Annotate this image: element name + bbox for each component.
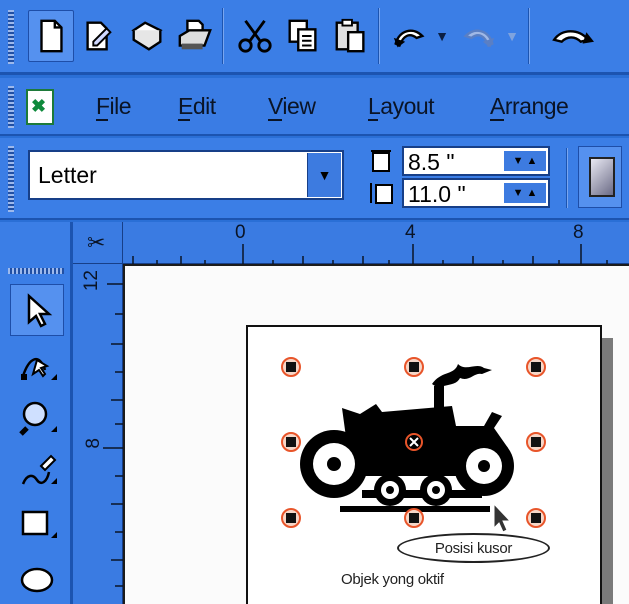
vertical-ruler[interactable]: 12 8: [73, 264, 123, 604]
zoom-tool[interactable]: [10, 392, 64, 444]
print-button[interactable]: [172, 10, 218, 62]
active-object-label: Objek yong oktif: [341, 571, 444, 588]
pointer-icon: [27, 293, 53, 328]
pick-tool[interactable]: [10, 284, 64, 336]
rectangle-tool[interactable]: [10, 498, 64, 550]
width-icon: [371, 150, 391, 172]
ruler-origin[interactable]: ✂: [73, 222, 123, 264]
toolbox-grip[interactable]: [8, 268, 64, 274]
cut-button[interactable]: [232, 10, 278, 62]
print-icon: [178, 19, 212, 50]
handle-bottom-center: [404, 508, 424, 528]
menu-layout[interactable]: Layout: [368, 93, 435, 120]
paper-width-value: 8.5 ": [408, 149, 455, 175]
vertical-ruler-ticks: [103, 283, 123, 587]
zoom-icon: [19, 401, 57, 436]
horizontal-ruler[interactable]: 0 4 8: [123, 222, 629, 264]
h-ruler-label-8: 8: [573, 222, 584, 243]
open-icon: [86, 21, 112, 51]
toolbar-grip[interactable]: [8, 10, 14, 64]
h-ruler-label-0: 0: [235, 222, 246, 243]
freehand-tool[interactable]: [10, 444, 64, 496]
paper-type-select[interactable]: Letter ▼: [28, 150, 344, 200]
menu-grip[interactable]: [8, 86, 14, 128]
cursor-position-label: Posisi kusor: [434, 539, 513, 557]
menu-view[interactable]: View: [268, 93, 316, 120]
paper-width-field[interactable]: 8.5 " ▼ ▲: [402, 146, 550, 176]
undo-dropdown[interactable]: ▼: [432, 10, 452, 62]
handle-top-center: [404, 357, 424, 377]
redo-button[interactable]: [456, 10, 502, 62]
menu-arrange-label: Arrange: [490, 93, 569, 119]
property-grip[interactable]: [8, 146, 14, 212]
rectangle-icon: [21, 510, 57, 538]
paper-type-value: Letter: [38, 162, 97, 188]
new-document-icon: [40, 19, 63, 53]
standard-toolbar: ▼ ▼: [0, 0, 629, 75]
shape-icon: [21, 357, 57, 380]
ellipse-tool[interactable]: [10, 552, 64, 604]
paper-height-field[interactable]: 11.0 " ▼ ▲: [402, 178, 550, 208]
paper-height-value: 11.0 ": [408, 181, 466, 207]
ellipse-icon: [20, 567, 54, 593]
handle-top-left: [281, 357, 301, 377]
mouse-cursor-icon: [493, 502, 512, 533]
cursor-position-callout: Posisi kusor: [397, 533, 550, 563]
handle-top-right: [526, 357, 546, 377]
toolbox: [0, 222, 73, 604]
undo-button[interactable]: [386, 10, 432, 62]
freehand-icon: [21, 454, 57, 485]
copy-button[interactable]: [280, 10, 326, 62]
redo-icon: [463, 29, 495, 48]
handle-bottom-right: [526, 508, 546, 528]
save-button[interactable]: [124, 10, 170, 62]
menu-file-label: File: [96, 93, 132, 119]
paper-width-row: 8.5 " ▼ ▲: [368, 146, 558, 176]
height-spinner[interactable]: ▼ ▲: [504, 183, 546, 203]
width-spinner[interactable]: ▼ ▲: [504, 151, 546, 171]
v-ruler-label-12: 12: [81, 270, 102, 292]
undo-icon: [393, 29, 425, 48]
handle-middle-left: [281, 432, 301, 452]
document-control-icon[interactable]: [26, 89, 54, 125]
menu-edit[interactable]: Edit: [178, 93, 216, 120]
height-icon: [370, 183, 393, 204]
paste-button[interactable]: [328, 10, 374, 62]
handle-middle-right: [526, 432, 546, 452]
portrait-button[interactable]: [578, 146, 622, 208]
new-button[interactable]: [28, 10, 74, 62]
h-ruler-label-4: 4: [405, 222, 416, 243]
save-icon: [131, 21, 163, 51]
menu-file[interactable]: File: [96, 93, 132, 120]
menu-layout-label: Layout: [368, 93, 435, 119]
cut-icon: [238, 19, 272, 53]
menu-bar: File Edit View Layout Arrange: [0, 78, 629, 136]
import-icon: [552, 30, 594, 44]
v-ruler-label-8: 8: [83, 438, 104, 449]
copy-icon: [288, 19, 317, 52]
open-button[interactable]: [76, 10, 122, 62]
horizontal-ruler-ticks: [132, 244, 608, 264]
handle-bottom-left: [281, 508, 301, 528]
selected-object[interactable]: [262, 340, 582, 604]
paper-height-row: 11.0 " ▼ ▲: [368, 178, 558, 208]
import-button[interactable]: [540, 10, 610, 62]
menu-view-label: View: [268, 93, 316, 119]
menu-arrange[interactable]: Arrange: [490, 93, 569, 120]
chevron-down-icon[interactable]: ▼: [307, 153, 341, 197]
ruler-origin-icon: ✂: [87, 230, 106, 255]
redo-dropdown[interactable]: ▼: [502, 10, 522, 62]
paste-icon: [335, 18, 365, 53]
shape-tool[interactable]: [10, 340, 64, 392]
menu-edit-label: Edit: [178, 93, 216, 119]
